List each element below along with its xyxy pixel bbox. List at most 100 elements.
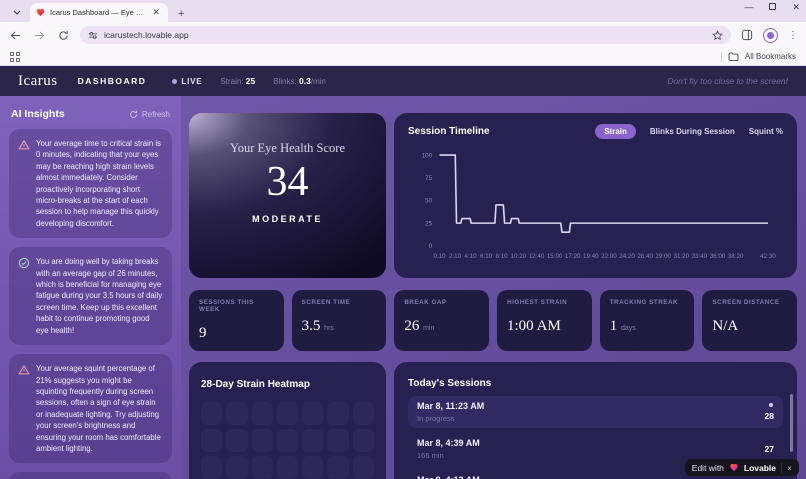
heatmap-cell[interactable] bbox=[353, 402, 374, 425]
stat-card-screen-distance: SCREEN DISTANCE N/A bbox=[702, 290, 797, 351]
svg-text:8:10: 8:10 bbox=[496, 253, 509, 260]
blinks-value: 0.3 bbox=[299, 76, 311, 86]
toolbar-right: ⋮ bbox=[741, 28, 798, 43]
heatmap-cell[interactable] bbox=[226, 402, 247, 425]
score-title: Your Eye Health Score bbox=[230, 141, 345, 156]
heatmap-cell[interactable] bbox=[226, 456, 247, 479]
heatmap-cell[interactable] bbox=[327, 429, 348, 452]
heatmap-cell[interactable] bbox=[353, 429, 374, 452]
side-panel-icon[interactable] bbox=[741, 29, 753, 41]
window-minimize-button[interactable]: — bbox=[744, 3, 753, 12]
window-close-button[interactable]: ✕ bbox=[792, 3, 800, 12]
stat-label: BREAK GAP bbox=[404, 299, 479, 306]
heatmap-cell[interactable] bbox=[302, 456, 323, 479]
heatmap-cell[interactable] bbox=[201, 456, 222, 479]
profile-avatar[interactable] bbox=[763, 28, 778, 43]
stat-card-tracking-streak: TRACKING STREAK 1 days bbox=[600, 290, 695, 351]
divider bbox=[721, 52, 722, 62]
tab-close-icon[interactable]: ✕ bbox=[150, 7, 162, 18]
svg-text:36:00: 36:00 bbox=[710, 253, 726, 260]
heatmap-cell[interactable] bbox=[226, 429, 247, 452]
heatmap-cell[interactable] bbox=[201, 402, 222, 425]
live-label: LIVE bbox=[181, 77, 202, 86]
heatmap-cell[interactable] bbox=[277, 429, 298, 452]
session-active-dot-icon bbox=[769, 403, 773, 407]
tab-search-button[interactable] bbox=[6, 3, 28, 21]
heatmap-cell[interactable] bbox=[302, 402, 323, 425]
all-bookmarks-button[interactable]: All Bookmarks bbox=[721, 52, 796, 62]
browser-tabstrip: Icarus Dashboard — Eye Strain ✕ + — ✕ bbox=[0, 0, 806, 22]
svg-text:19:40: 19:40 bbox=[583, 253, 599, 260]
heatmap-cell[interactable] bbox=[201, 429, 222, 452]
browser-menu-icon[interactable]: ⋮ bbox=[788, 30, 798, 41]
heatmap-cell[interactable] bbox=[302, 429, 323, 452]
bookmark-star-icon[interactable] bbox=[712, 30, 723, 41]
nav-dashboard-link[interactable]: DASHBOARD bbox=[78, 76, 147, 86]
sessions-scrollbar[interactable] bbox=[790, 394, 793, 452]
score-value: 34 bbox=[267, 156, 309, 208]
heatmap-grid bbox=[201, 402, 374, 479]
stat-value: N/A bbox=[712, 318, 787, 335]
icarus-logo[interactable]: Icarus bbox=[18, 73, 58, 90]
apps-grid-icon[interactable] bbox=[10, 52, 20, 62]
lovable-badge-brand: Lovable bbox=[744, 463, 776, 473]
heatmap-cell[interactable] bbox=[277, 402, 298, 425]
heatmap-cell[interactable] bbox=[353, 456, 374, 479]
stat-label: SCREEN DISTANCE bbox=[712, 299, 787, 306]
timeline-tab-blinks-during-session[interactable]: Blinks During Session bbox=[650, 127, 735, 136]
session-row[interactable]: Mar 8, 11:23 AM In progress 28 bbox=[408, 396, 783, 428]
svg-text:0: 0 bbox=[429, 243, 433, 250]
heatmap-cell[interactable] bbox=[327, 456, 348, 479]
back-button[interactable] bbox=[8, 31, 22, 40]
browser-tab[interactable]: Icarus Dashboard — Eye Strain ✕ bbox=[30, 3, 168, 22]
url-bar[interactable]: icarustech.lovable.app bbox=[80, 26, 731, 44]
blinks-metric: Blinks: 0.3/min bbox=[273, 76, 326, 86]
timeline-tab-squint-[interactable]: Squint % bbox=[749, 127, 783, 136]
stat-label: TRACKING STREAK bbox=[610, 299, 685, 306]
stat-value: 1:00 AM bbox=[507, 318, 582, 335]
tab-title: Icarus Dashboard — Eye Strain bbox=[50, 8, 145, 17]
timeline-tab-strain[interactable]: Strain bbox=[595, 124, 636, 139]
bookmarks-bar: All Bookmarks bbox=[0, 48, 806, 66]
stat-label: SESSIONS THIS WEEK bbox=[199, 299, 274, 313]
svg-text:100: 100 bbox=[421, 152, 432, 159]
insight-card: Your average time to critical strain is … bbox=[9, 129, 172, 238]
ai-insights-sidebar: AI Insights Refresh Your average time to… bbox=[0, 96, 181, 479]
heatmap-cell[interactable] bbox=[252, 402, 273, 425]
stat-value: 9 bbox=[199, 325, 274, 342]
heatmap-cell[interactable] bbox=[252, 456, 273, 479]
heatmap-cell[interactable] bbox=[327, 402, 348, 425]
new-tab-button[interactable]: + bbox=[178, 8, 184, 20]
divider bbox=[781, 463, 782, 473]
insight-text: Your average time to critical strain is … bbox=[36, 138, 163, 229]
sessions-title: Today's Sessions bbox=[408, 378, 491, 389]
stat-card-break-gap: BREAK GAP 26 min bbox=[394, 290, 489, 351]
session-timeline-card: Session Timeline StrainBlinks During Ses… bbox=[394, 113, 797, 278]
refresh-insights-button[interactable]: Refresh bbox=[129, 110, 170, 119]
svg-text:6:10: 6:10 bbox=[480, 253, 493, 260]
svg-text:17:20: 17:20 bbox=[565, 253, 581, 260]
window-maximize-button[interactable] bbox=[769, 3, 776, 12]
svg-text:10:20: 10:20 bbox=[511, 253, 527, 260]
strain-metric: Strain: 25 bbox=[220, 76, 255, 86]
lovable-badge-close-icon[interactable]: × bbox=[787, 463, 792, 473]
session-time: Mar 8, 11:23 AM bbox=[417, 401, 765, 411]
svg-text:25: 25 bbox=[425, 220, 433, 227]
alert-triangle-icon bbox=[18, 138, 30, 229]
heatmap-cell[interactable] bbox=[277, 456, 298, 479]
url-text[interactable]: icarustech.lovable.app bbox=[104, 30, 706, 40]
svg-text:31:20: 31:20 bbox=[674, 253, 690, 260]
site-settings-icon[interactable] bbox=[88, 31, 98, 40]
timeline-tabs: Strain Blinks During Session Squint % bbox=[595, 124, 783, 139]
dashboard-content: Your Eye Health Score 34 MODERATE Sessio… bbox=[181, 96, 806, 479]
lovable-badge[interactable]: Edit with Lovable × bbox=[685, 459, 799, 476]
reload-button[interactable] bbox=[56, 30, 70, 41]
heatmap-cell[interactable] bbox=[252, 429, 273, 452]
check-circle-icon bbox=[18, 256, 30, 336]
stat-card-highest-strain: HIGHEST STRAIN 1:00 AM bbox=[497, 290, 592, 351]
stat-card-sessions-this-week: SESSIONS THIS WEEK 9 bbox=[189, 290, 284, 351]
score-status-badge: MODERATE bbox=[252, 214, 323, 224]
svg-text:75: 75 bbox=[425, 175, 433, 182]
forward-button[interactable] bbox=[32, 31, 46, 40]
session-strain-value: 27 bbox=[765, 444, 774, 454]
